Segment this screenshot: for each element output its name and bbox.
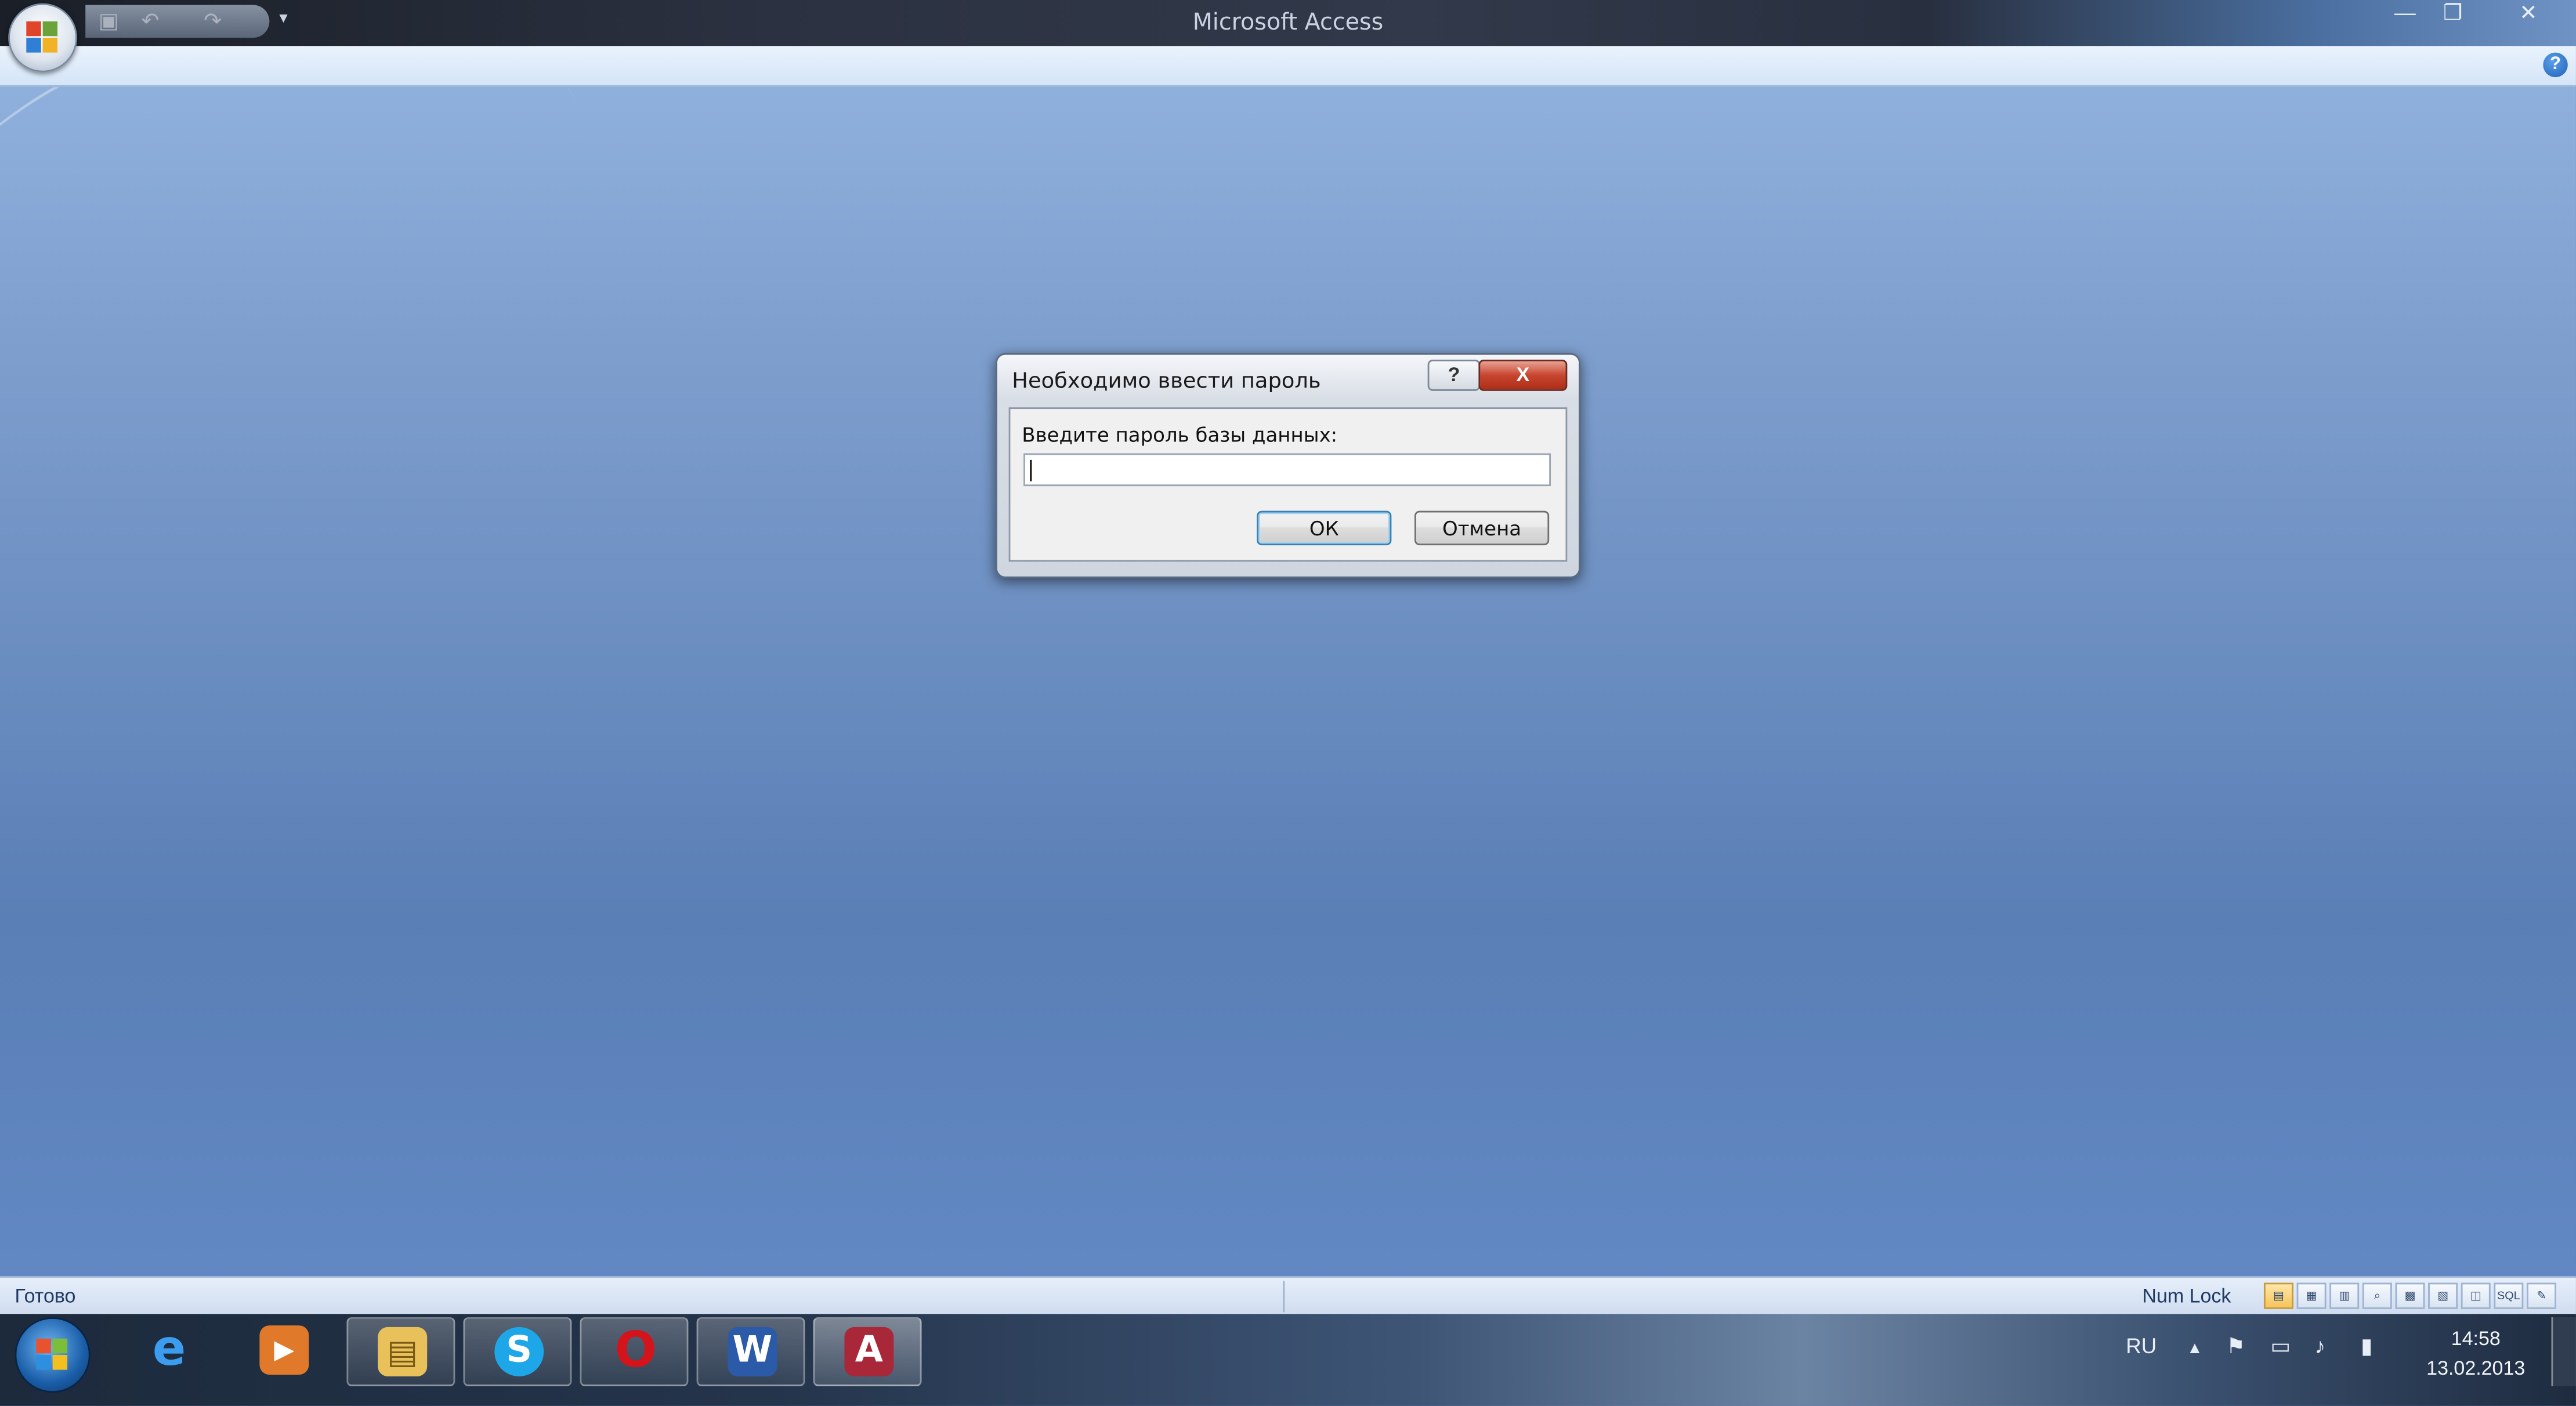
ok-button[interactable]: ОК: [1257, 510, 1392, 546]
password-prompt-label: Введите пароль базы данных:: [1022, 423, 1338, 447]
status-bar: Готово Num Lock ▤ ▦ ▥ ⌕ ▩ ▧ ◫ SQL ✎: [0, 1276, 2576, 1316]
num-lock-indicator: Num Lock: [2142, 1284, 2231, 1307]
layout-view-icon[interactable]: ▥: [2329, 1282, 2360, 1309]
password-input[interactable]: [1023, 453, 1551, 487]
power-icon[interactable]: ▮: [2361, 1333, 2372, 1360]
print-preview-icon[interactable]: ⌕: [2362, 1282, 2392, 1309]
network-icon[interactable]: ▭: [2270, 1333, 2291, 1360]
design-view-icon[interactable]: ◫: [2461, 1282, 2491, 1309]
office-logo-icon: [26, 21, 59, 55]
start-button[interactable]: [15, 1317, 91, 1393]
dialog-help-button[interactable]: ?: [1427, 360, 1481, 391]
status-divider: [1283, 1281, 1285, 1313]
close-button[interactable]: ✕: [2501, 0, 2556, 30]
ribbon: ?: [0, 46, 2576, 88]
pivot-chart-icon[interactable]: ▧: [2428, 1282, 2458, 1309]
access-icon: A: [844, 1327, 894, 1376]
media-player-icon: ▶: [259, 1325, 309, 1375]
taskbar-word[interactable]: W: [696, 1317, 805, 1386]
design-view-alt-icon[interactable]: ✎: [2527, 1282, 2556, 1309]
show-hidden-icons-icon[interactable]: ▲: [2187, 1340, 2203, 1358]
title-bar: ▣ ↶ ↷ ▾ Microsoft Access — ❐ ✕: [0, 0, 2576, 46]
taskbar-opera[interactable]: O: [580, 1317, 689, 1386]
volume-icon[interactable]: ♪: [2315, 1333, 2325, 1358]
text-caret: [1030, 459, 1032, 481]
window-title: Microsoft Access: [1192, 9, 1384, 37]
clock[interactable]: 14:58 13.02.2013: [2422, 1324, 2530, 1383]
view-buttons: ▤ ▦ ▥ ⌕ ▩ ▧ ◫ SQL ✎: [2263, 1281, 2560, 1311]
taskbar-access[interactable]: A: [813, 1317, 922, 1386]
opera-icon: O: [614, 1322, 657, 1380]
taskbar: e ▶ ▤ S O W A RU ▲ ⚑ ▭ ♪ ▮ 14:58 13.02.2…: [0, 1314, 2576, 1406]
dialog-close-button[interactable]: X: [1478, 360, 1568, 391]
clock-time: 14:58: [2451, 1327, 2501, 1350]
office-button[interactable]: [8, 3, 78, 73]
taskbar-windows-explorer[interactable]: ▤: [346, 1317, 455, 1386]
taskbar-internet-explorer[interactable]: e: [115, 1317, 223, 1386]
dialog-title: Необходимо ввести пароль: [1012, 369, 1321, 394]
sql-view-icon[interactable]: SQL: [2494, 1282, 2524, 1309]
status-ready: Готово: [15, 1284, 76, 1307]
skype-icon: S: [494, 1327, 544, 1376]
language-indicator[interactable]: RU: [2126, 1333, 2157, 1358]
help-icon[interactable]: ?: [2543, 52, 2568, 78]
cancel-button[interactable]: Отмена: [1414, 510, 1550, 546]
taskbar-media-player[interactable]: ▶: [230, 1317, 338, 1386]
show-desktop-button[interactable]: [2551, 1317, 2576, 1386]
dialog-body: Введите пароль базы данных: ОК Отмена: [1008, 407, 1568, 562]
word-icon: W: [728, 1327, 777, 1376]
restore-button[interactable]: ❐: [2430, 0, 2476, 30]
screen: ▣ ↶ ↷ ▾ Microsoft Access — ❐ ✕ ? Необход…: [0, 0, 2576, 1406]
taskbar-skype[interactable]: S: [463, 1317, 572, 1386]
clock-date: 13.02.2013: [2426, 1356, 2526, 1380]
datasheet-view-icon[interactable]: ▦: [2296, 1282, 2327, 1309]
background-sheen: [0, 87, 627, 469]
password-dialog: Необходимо ввести пароль ? X Введите пар…: [995, 353, 1580, 578]
workspace: [0, 87, 2576, 1277]
folder-icon: ▤: [378, 1327, 428, 1376]
form-view-icon[interactable]: ▤: [2263, 1282, 2293, 1309]
minimize-button[interactable]: —: [2382, 0, 2428, 30]
pivot-table-icon[interactable]: ▩: [2395, 1282, 2425, 1309]
internet-explorer-icon: e: [152, 1320, 186, 1378]
action-center-flag-icon[interactable]: ⚑: [2226, 1333, 2245, 1360]
